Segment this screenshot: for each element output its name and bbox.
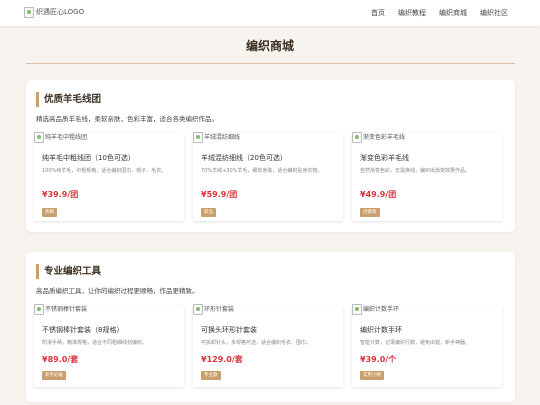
section-description: 精选高品质羊毛线，柔软亲肤，色彩丰富，适合各类编织作品。 <box>36 115 218 123</box>
product-tag: 热销 <box>42 208 57 217</box>
product-image[interactable]: 渐变色彩羊毛线 <box>352 132 405 143</box>
product-name[interactable]: 可换头环形针套装 <box>201 325 257 335</box>
site-logo[interactable]: 织遇匠心LOGO <box>24 7 84 18</box>
product-image[interactable]: 纯羊毛中粗线团 <box>34 132 87 143</box>
product-image[interactable]: 不锈钢棒针套装 <box>34 304 87 315</box>
product-tag: 新手必备 <box>42 371 66 380</box>
product-image-alt: 羊绒混纺细线 <box>204 133 241 141</box>
product-price: ¥59.9/团 <box>201 190 238 199</box>
product-image-alt: 编织计数手环 <box>363 305 400 313</box>
broken-image-icon <box>34 304 44 315</box>
broken-image-icon <box>34 132 44 143</box>
nav-link-shop[interactable]: 编织商城 <box>439 8 467 18</box>
product-price: ¥39.0/个 <box>360 355 397 364</box>
product-name[interactable]: 不锈钢棒针套装（8规格） <box>42 325 123 335</box>
section-yarn: 优质羊毛线团 精选高品质羊毛线，柔软亲肤，色彩丰富，适合各类编织作品。 纯羊毛中… <box>26 80 515 232</box>
product-name[interactable]: 编织计数手环 <box>360 325 402 335</box>
nav-link-community[interactable]: 编织社区 <box>480 8 508 18</box>
product-detail: 可拆卸针头，多规格可选，适合编织毛衣、围巾。 <box>201 340 312 346</box>
nav-link-tutorials[interactable]: 编织教程 <box>398 8 426 18</box>
product-tag: 创意款 <box>360 208 380 217</box>
product-detail: 防滑手柄，精准规格，适合不同粗细线材编织。 <box>42 340 148 346</box>
broken-image-icon <box>193 304 203 315</box>
product-card[interactable]: 渐变色彩羊毛线 渐变色彩羊毛线 自然渐变色彩，无需换线，编织出渐变效果作品。 ¥… <box>352 132 502 221</box>
product-tag: 专业款 <box>201 371 221 380</box>
broken-image-icon <box>24 7 34 18</box>
product-image[interactable]: 编织计数手环 <box>352 304 399 315</box>
product-image[interactable]: 羊绒混纺细线 <box>193 132 240 143</box>
broken-image-icon <box>352 304 362 315</box>
product-image[interactable]: 环形针套装 <box>193 304 234 315</box>
product-image-alt: 渐变色彩羊毛线 <box>363 133 406 141</box>
product-card[interactable]: 不锈钢棒针套装 不锈钢棒针套装（8规格） 防滑手柄，精准规格，适合不同粗细线材编… <box>34 304 184 387</box>
product-detail: 100%纯羊毛，中粗规格，适合编织围巾、帽子、毛衣。 <box>42 168 167 174</box>
product-card[interactable]: 环形针套装 可换头环形针套装 可拆卸针头，多规格可选，适合编织毛衣、围巾。 ¥1… <box>193 304 343 387</box>
product-price: ¥39.9/团 <box>42 190 79 199</box>
logo-alt-text: 织遇匠心LOGO <box>36 8 85 16</box>
broken-image-icon <box>193 132 203 143</box>
product-detail: 70%羊绒+30%羊毛，细软亲肤，适合编织贴身衣物。 <box>201 168 323 174</box>
product-price: ¥129.0/套 <box>201 355 243 364</box>
product-detail: 自然渐变色彩，无需换线，编织出渐变效果作品。 <box>360 168 471 174</box>
product-card[interactable]: 纯羊毛中粗线团 纯羊毛中粗线团（10色可选） 100%纯羊毛，中粗规格，适合编织… <box>34 132 184 221</box>
product-name[interactable]: 渐变色彩羊毛线 <box>360 153 409 163</box>
product-price: ¥89.0/套 <box>42 355 79 364</box>
nav-link-home[interactable]: 首页 <box>371 8 385 18</box>
product-detail: 智能计数，记录编织行数，避免出错，新手神器。 <box>360 340 471 346</box>
product-image-alt: 不锈钢棒针套装 <box>45 305 88 313</box>
product-price: ¥49.9/团 <box>360 190 397 199</box>
product-card[interactable]: 编织计数手环 编织计数手环 智能计数，记录编织行数，避免出错，新手神器。 ¥39… <box>352 304 502 387</box>
top-navbar: 织遇匠心LOGO 首页 编织教程 编织商城 编织社区 <box>0 0 540 26</box>
page-title: 编织商城 <box>245 39 294 53</box>
product-tag: 实用小物 <box>360 371 384 380</box>
section-title: 优质羊毛线团 <box>36 92 101 107</box>
product-card[interactable]: 羊绒混纺细线 羊绒混纺细线（20色可选） 70%羊绒+30%羊毛，细软亲肤，适合… <box>193 132 343 221</box>
section-description: 高品质编织工具，让你的编织过程更顺畅，作品更精致。 <box>36 287 199 295</box>
section-tools: 专业编织工具 高品质编织工具，让你的编织过程更顺畅，作品更精致。 不锈钢棒针套装… <box>26 252 515 402</box>
product-tag: 新品 <box>201 208 216 217</box>
broken-image-icon <box>352 132 362 143</box>
nav-menu: 首页 编织教程 编织商城 编织社区 <box>371 8 508 18</box>
product-image-alt: 纯羊毛中粗线团 <box>45 133 88 141</box>
title-divider <box>26 63 515 64</box>
product-image-alt: 环形针套装 <box>204 305 235 313</box>
product-name[interactable]: 纯羊毛中粗线团（10色可选） <box>42 153 135 163</box>
product-name[interactable]: 羊绒混纺细线（20色可选） <box>201 153 287 163</box>
section-title: 专业编织工具 <box>36 264 101 279</box>
